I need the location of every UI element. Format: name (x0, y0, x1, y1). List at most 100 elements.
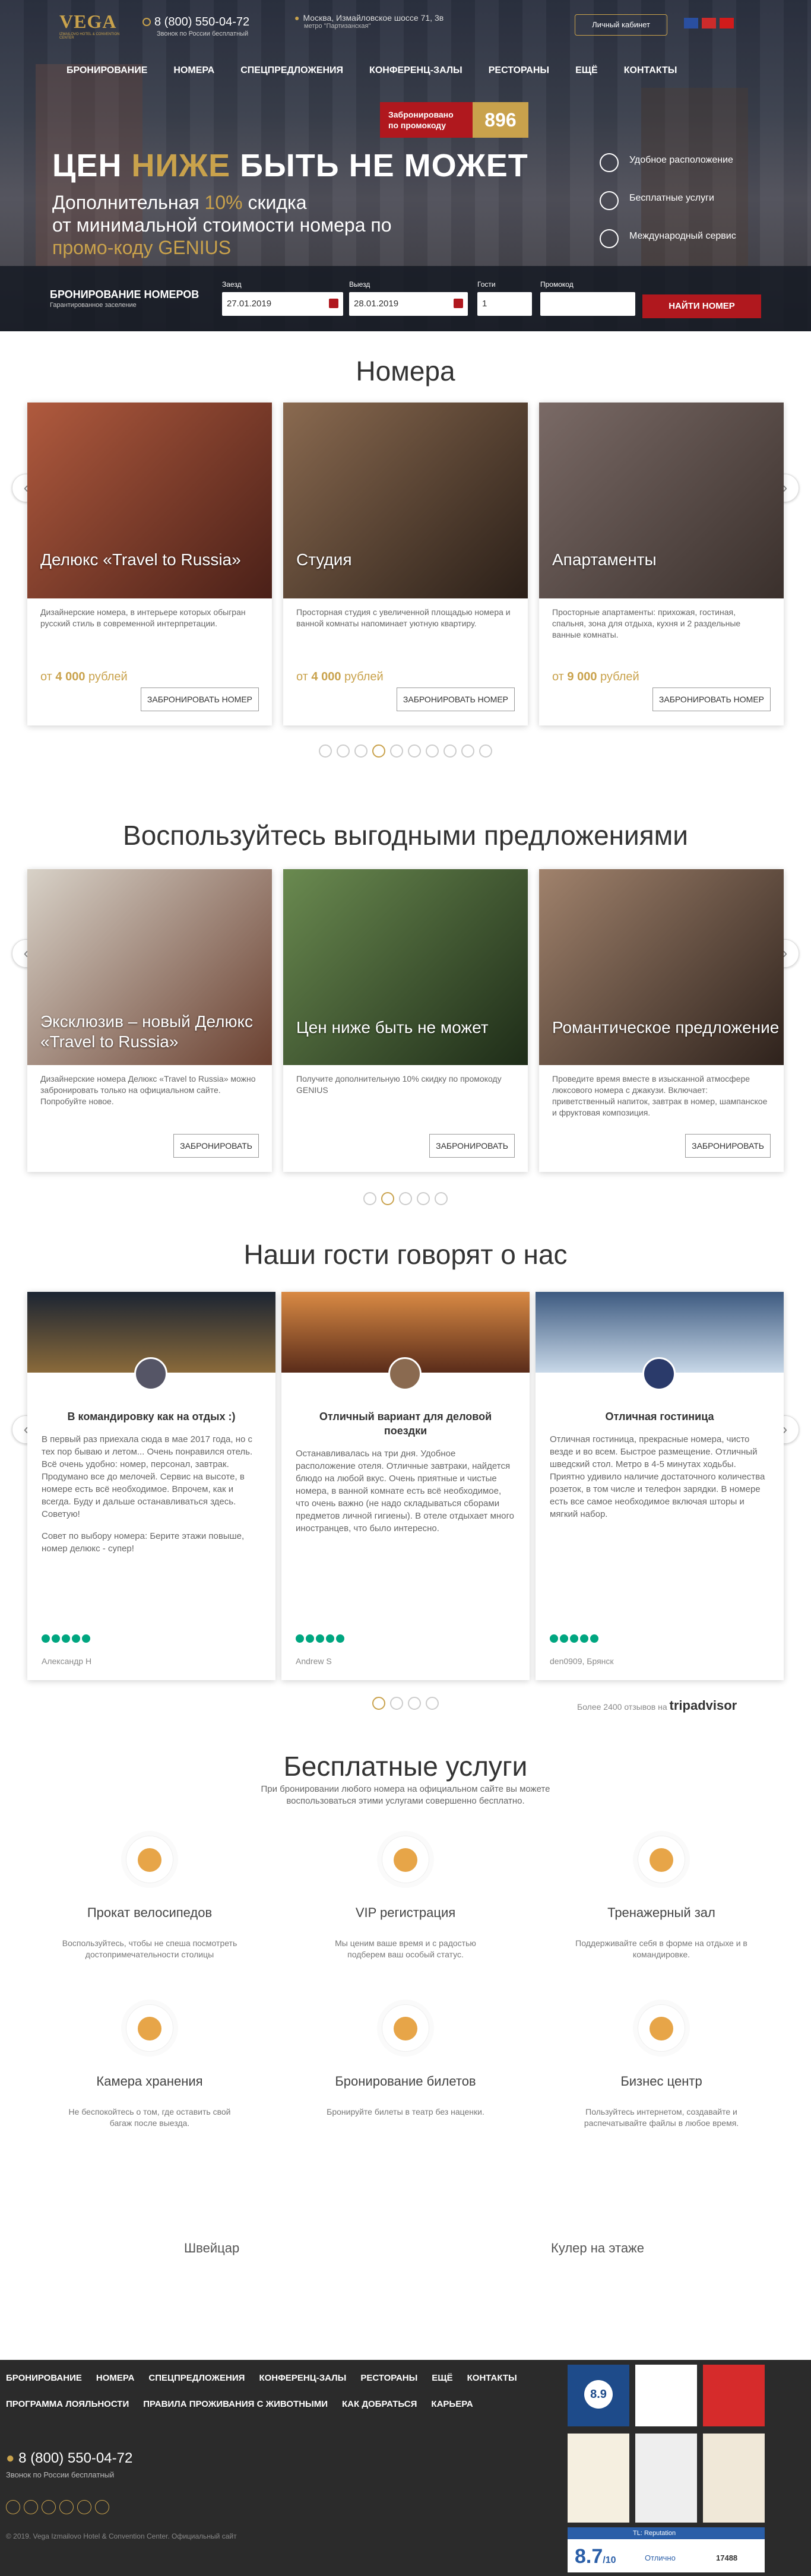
checkin-input[interactable]: 27.01.2019 (222, 292, 343, 316)
room-price: от 9 000 рублей (552, 670, 639, 684)
nav-more[interactable]: Ещё (575, 65, 598, 76)
room-image[interactable]: Апартаменты (539, 403, 784, 598)
flag-cn-icon[interactable] (720, 18, 734, 28)
twitter-icon[interactable] (24, 2500, 38, 2514)
room-desc: Дизайнерские номера, в интерьере которых… (40, 607, 246, 628)
perk-international[interactable]: Международный сервис (600, 229, 736, 267)
book-offer-button[interactable]: ЗАБРОНИРОВАТЬ (429, 1134, 515, 1158)
ticket-icon (382, 2004, 429, 2052)
checkin-label: Заезд (222, 280, 242, 289)
checkin-field: Заезд 27.01.2019 (222, 280, 343, 316)
tripadvisor-link[interactable]: Более 2400 отзывов на tripadvisor (577, 1698, 737, 1713)
hero-headline: ЦЕН НИЖЕ БЫТЬ НЕ МОЖЕТ (52, 147, 528, 184)
offer-image[interactable]: Эксклюзив – новый Делюкс «Travel to Russ… (27, 869, 272, 1065)
service-name: Прокат велосипедов (87, 1905, 213, 1920)
pagination-dot[interactable] (408, 1697, 421, 1710)
pagination-dot[interactable] (479, 744, 492, 758)
nav-contacts[interactable]: Контакты (624, 65, 677, 76)
footer-phone[interactable]: ● 8 (800) 550-04-72 (6, 2450, 132, 2467)
pagination-dot-active[interactable] (372, 744, 385, 758)
offer-image[interactable]: Романтическое предложение (539, 869, 784, 1065)
pagination-dot-active[interactable] (372, 1697, 385, 1710)
footer-link[interactable]: Программа лояльности (6, 2399, 129, 2409)
review-author: Александр Н (42, 1656, 92, 1666)
diploma-badge[interactable] (568, 2434, 629, 2523)
tripadvisor-badge[interactable] (635, 2365, 697, 2426)
pagination-dot[interactable] (426, 744, 439, 758)
book-room-button[interactable]: ЗАБРОНИРОВАТЬ НОМЕР (396, 687, 515, 711)
cabinet-button[interactable]: Личный кабинет (575, 14, 667, 36)
offer-name: Цен ниже быть не может (296, 1018, 489, 1037)
footer-link[interactable]: Рестораны (360, 2373, 417, 2383)
pagination-dot-active[interactable] (381, 1192, 394, 1205)
nav-booking[interactable]: Бронирование (66, 65, 147, 76)
footer-link[interactable]: Контакты (467, 2373, 517, 2383)
calendar-icon[interactable] (454, 299, 463, 308)
pagination-dot[interactable] (363, 1192, 376, 1205)
review-title: В командировку как на отдых :) (67, 1411, 236, 1422)
nav-conference[interactable]: Конференц-залы (369, 65, 462, 76)
book-room-button[interactable]: ЗАБРОНИРОВАТЬ НОМЕР (140, 687, 259, 711)
facebook-icon[interactable] (6, 2500, 20, 2514)
perk-label: Бесплатные услуги (629, 193, 714, 203)
hero: VEGA Izmailovo Hotel & Convention Center… (0, 0, 811, 331)
checkout-input[interactable]: 28.01.2019 (349, 292, 468, 316)
vk-icon[interactable] (59, 2500, 74, 2514)
reputation-widget[interactable]: TL: Reputation 8.7/10 Отлично 17488 (568, 2527, 765, 2572)
google-plus-icon[interactable] (42, 2500, 56, 2514)
pagination-dot[interactable] (399, 1192, 412, 1205)
pagination-dot[interactable] (443, 744, 457, 758)
pagination-dot[interactable] (461, 744, 474, 758)
footer-link[interactable]: Спецпредложения (148, 2373, 245, 2383)
footer-link[interactable]: Карьера (431, 2399, 473, 2409)
map-pin-icon: ● (294, 13, 300, 23)
hotels-badge[interactable] (703, 2365, 765, 2426)
header-phone[interactable]: 8 (800) 550-04-72 Звонок по России беспл… (142, 15, 249, 37)
pagination-dot[interactable] (417, 1192, 430, 1205)
location-icon (600, 153, 619, 172)
header-address[interactable]: ● Москва, Измайловское шоссе 71, 3в метро… (294, 13, 443, 30)
offer-image[interactable]: Цен ниже быть не может (283, 869, 528, 1065)
footer-link[interactable]: Ещё (432, 2373, 452, 2383)
diploma-badge[interactable] (703, 2434, 765, 2523)
promo-input[interactable] (540, 292, 635, 316)
pagination-dot[interactable] (319, 744, 332, 758)
review-body: В первый раз приехала сюда в мае 2017 го… (42, 1434, 253, 1519)
service-name: Бронирование билетов (335, 2074, 476, 2089)
booking-badge[interactable]: 8.9 (568, 2365, 629, 2426)
instagram-icon[interactable] (77, 2500, 91, 2514)
footer-link[interactable]: Правила проживания с животными (143, 2399, 328, 2409)
book-room-button[interactable]: ЗАБРОНИРОВАТЬ НОМЕР (652, 687, 771, 711)
services-section: Бесплатные услуги При бронировании любог… (0, 1744, 811, 2276)
pagination-dot[interactable] (435, 1192, 448, 1205)
nav-restaurants[interactable]: Рестораны (489, 65, 549, 76)
nav-offers[interactable]: Спецпредложения (240, 65, 343, 76)
flag-ru-icon[interactable] (684, 18, 698, 28)
nav-rooms[interactable]: Номера (173, 65, 214, 76)
footer-link[interactable]: Бронирование (6, 2373, 82, 2383)
room-image[interactable]: Делюкс «Travel to Russia» (27, 403, 272, 598)
logo[interactable]: VEGA Izmailovo Hotel & Convention Center (59, 11, 125, 40)
pagination-dot[interactable] (426, 1697, 439, 1710)
perk-location[interactable]: Удобное расположение (600, 153, 736, 191)
footer-link[interactable]: Как добраться (342, 2399, 417, 2409)
room-image[interactable]: Студия (283, 403, 528, 598)
flag-en-icon[interactable] (702, 18, 716, 28)
footer-link[interactable]: Номера (96, 2373, 135, 2383)
find-room-button[interactable]: НАЙТИ НОМЕР (642, 294, 761, 318)
reviews-section: Наши гости говорят о нас ‹ › В командиро… (0, 1210, 811, 1744)
youtube-icon[interactable] (95, 2500, 109, 2514)
footer-link[interactable]: Конференц-залы (259, 2373, 346, 2383)
calendar-icon[interactable] (329, 299, 338, 308)
pagination-dot[interactable] (354, 744, 368, 758)
guests-input[interactable]: 1 (477, 292, 532, 316)
perk-services[interactable]: Бесплатные услуги (600, 191, 736, 229)
pagination-dot[interactable] (390, 1697, 403, 1710)
pagination-dot[interactable] (390, 744, 403, 758)
book-offer-button[interactable]: ЗАБРОНИРОВАТЬ (173, 1134, 259, 1158)
diploma-badge[interactable] (635, 2434, 697, 2523)
pagination-dot[interactable] (408, 744, 421, 758)
book-offer-button[interactable]: ЗАБРОНИРОВАТЬ (685, 1134, 771, 1158)
checkout-value: 28.01.2019 (354, 299, 399, 309)
pagination-dot[interactable] (337, 744, 350, 758)
